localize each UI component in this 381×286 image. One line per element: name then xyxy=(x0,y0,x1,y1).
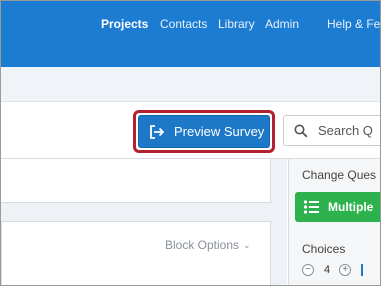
callout-highlight xyxy=(133,110,275,153)
top-navigation-bar: Projects Contacts Library Admin Help & F… xyxy=(1,1,380,67)
search-placeholder: Search Q xyxy=(318,123,373,138)
choices-count: 4 xyxy=(324,264,331,276)
change-question-type-label: Change Ques xyxy=(302,168,377,182)
nav-admin[interactable]: Admin xyxy=(265,17,299,31)
multiple-choice-icon xyxy=(303,200,319,214)
search-questions-input[interactable]: Search Q xyxy=(283,115,380,146)
app-window: Projects Contacts Library Admin Help & F… xyxy=(0,0,381,286)
nav-help-feedback[interactable]: Help & Fe xyxy=(327,17,380,31)
question-type-button[interactable]: Multiple xyxy=(295,192,380,222)
choices-stepper: − 4 + xyxy=(302,263,364,277)
nav-contacts[interactable]: Contacts xyxy=(160,17,207,31)
block-options-menu[interactable]: Block Options ⌄ xyxy=(165,238,251,252)
choices-label: Choices xyxy=(302,242,346,256)
secondary-bar xyxy=(1,67,380,102)
decrease-choices-button[interactable]: − xyxy=(302,264,314,276)
search-icon xyxy=(294,124,308,137)
block-header-area xyxy=(1,159,271,203)
chevron-down-icon: ⌄ xyxy=(243,240,251,250)
nav-projects[interactable]: Projects xyxy=(101,17,148,31)
nav-library[interactable]: Library xyxy=(218,17,255,31)
question-type-label: Multiple xyxy=(328,200,374,214)
block-options-label: Block Options xyxy=(165,238,240,252)
question-block xyxy=(1,221,271,285)
panel-edge-mark xyxy=(361,264,364,276)
increase-choices-button[interactable]: + xyxy=(339,264,352,276)
